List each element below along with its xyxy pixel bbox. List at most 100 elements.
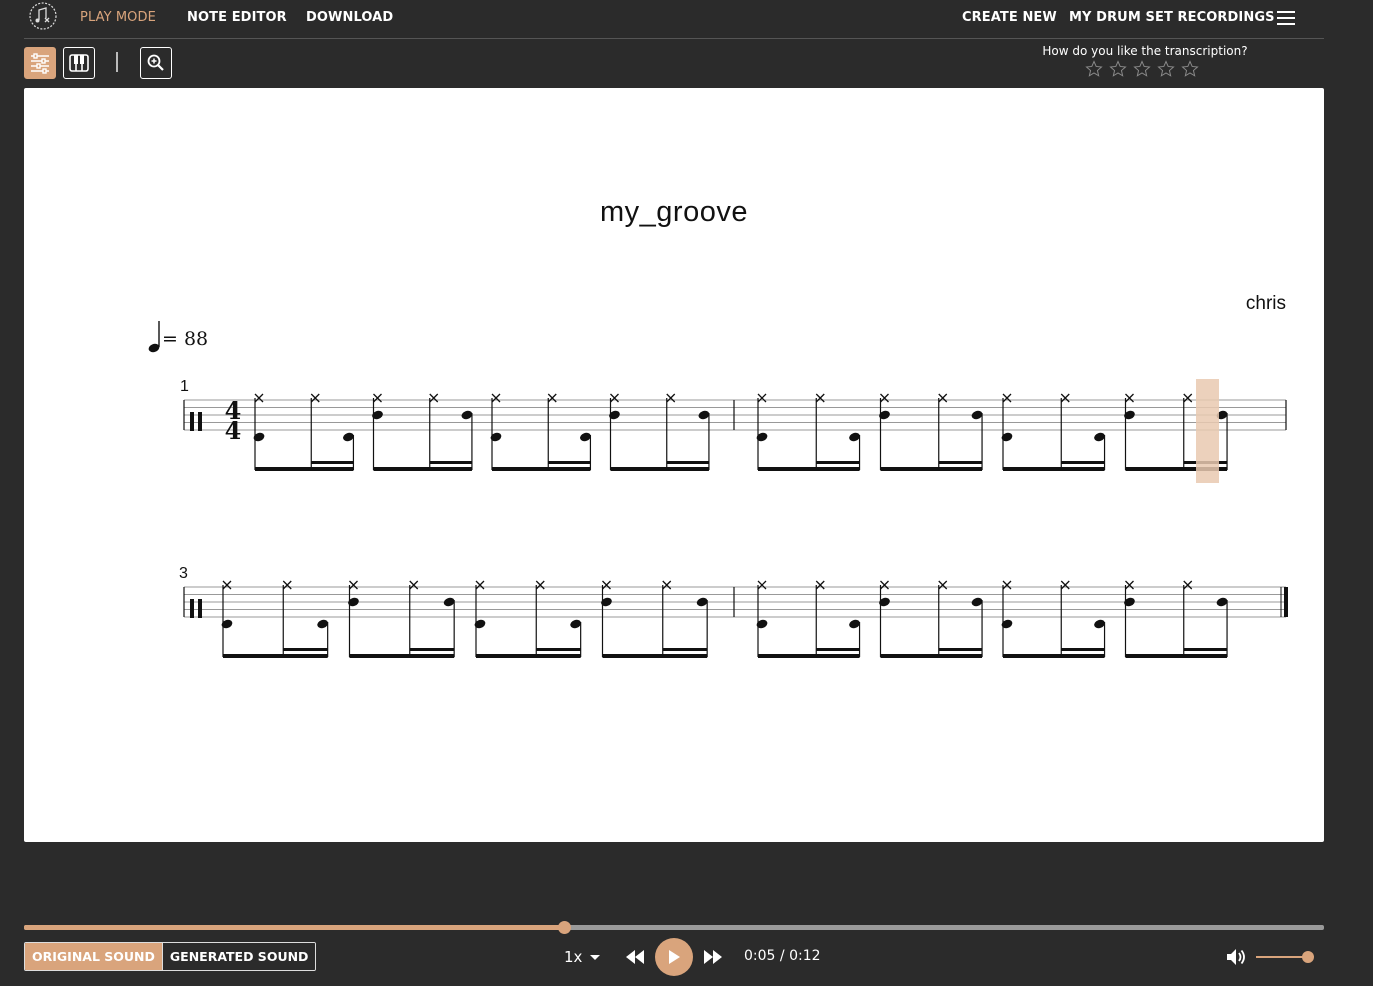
nav-my-recordings[interactable]: MY DRUM SET RECORDINGS xyxy=(1069,10,1275,25)
nav-create-new[interactable]: CREATE NEW xyxy=(962,10,1057,25)
hihat-note xyxy=(880,580,889,590)
star-icon[interactable] xyxy=(1157,60,1175,78)
hihat-note xyxy=(282,580,292,590)
mixer-button[interactable] xyxy=(24,47,56,79)
beam xyxy=(492,467,591,471)
nav-download[interactable]: DOWNLOAD xyxy=(306,10,393,25)
hihat-note xyxy=(880,393,889,403)
hihat-note xyxy=(429,393,439,403)
hihat-note xyxy=(1183,580,1193,590)
beam xyxy=(283,648,328,651)
beam xyxy=(602,654,708,658)
beam xyxy=(223,654,328,658)
hihat-note xyxy=(535,580,545,590)
hihat-note xyxy=(1060,580,1070,590)
generated-sound-button[interactable]: GENERATED SOUND xyxy=(162,943,316,970)
progress-handle[interactable] xyxy=(557,921,571,934)
playback-time: 0:05 / 0:12 xyxy=(744,948,821,964)
hihat-note xyxy=(757,393,767,403)
chevron-down-icon xyxy=(590,954,601,960)
hihat-note xyxy=(1002,580,1012,590)
star-icon[interactable] xyxy=(1085,60,1103,78)
playback-cursor xyxy=(1196,379,1219,483)
playback-progress-bar[interactable] xyxy=(24,921,1324,934)
speed-select[interactable]: 1x xyxy=(564,948,601,966)
nav-divider xyxy=(24,38,1324,39)
hihat-note xyxy=(1060,393,1070,403)
final-barline xyxy=(1284,587,1288,617)
star-icon[interactable] xyxy=(1109,60,1127,78)
beam xyxy=(938,461,983,464)
hihat-note xyxy=(254,393,264,403)
hihat-note xyxy=(662,580,672,590)
volume-handle[interactable] xyxy=(1302,951,1314,963)
hihat-note xyxy=(491,393,501,403)
beam xyxy=(409,648,455,651)
beam xyxy=(1183,648,1228,651)
hihat-note xyxy=(1125,393,1134,403)
score-sheet: my_groove chris = 88 1 3 44 xyxy=(24,88,1324,842)
beam xyxy=(255,467,354,471)
beam xyxy=(938,648,983,651)
hihat-note xyxy=(1002,393,1012,403)
beam xyxy=(1003,467,1105,471)
nav-play-mode[interactable]: PLAY MODE xyxy=(80,10,156,25)
drum-staff-notation: 44 xyxy=(183,379,1288,658)
beam xyxy=(349,654,455,658)
hihat-note xyxy=(1183,393,1193,403)
beam xyxy=(816,461,860,464)
nav-note-editor[interactable]: NOTE EDITOR xyxy=(187,10,287,25)
time-signature-bottom: 4 xyxy=(225,416,242,445)
current-time: 0:05 xyxy=(744,948,776,964)
hihat-note xyxy=(349,580,358,590)
fast-forward-icon[interactable] xyxy=(703,949,723,965)
beam xyxy=(610,467,709,471)
time-separator: / xyxy=(779,948,785,964)
hihat-note xyxy=(222,580,232,590)
speed-value: 1x xyxy=(564,948,583,966)
beam xyxy=(429,461,472,464)
hihat-note xyxy=(547,393,557,403)
beam xyxy=(373,467,472,471)
percussion-clef xyxy=(198,412,202,431)
zoom-button[interactable] xyxy=(140,47,172,79)
percussion-clef xyxy=(190,599,194,618)
drum-logo-icon[interactable] xyxy=(28,1,58,31)
beam xyxy=(880,654,983,658)
beam xyxy=(1061,648,1105,651)
hihat-note xyxy=(815,580,825,590)
beam xyxy=(758,654,860,658)
rewind-icon[interactable] xyxy=(625,949,645,965)
volume-slider[interactable] xyxy=(1256,951,1314,963)
star-icon[interactable] xyxy=(1133,60,1151,78)
rating-stars xyxy=(1085,60,1199,78)
play-button[interactable] xyxy=(655,938,693,976)
hihat-note xyxy=(602,580,611,590)
mixer-icon xyxy=(31,53,49,74)
beam xyxy=(662,648,708,651)
beam xyxy=(548,461,591,464)
toolbar-separator xyxy=(116,52,118,72)
hihat-note xyxy=(757,580,767,590)
hihat-note xyxy=(310,393,320,403)
piano-button[interactable] xyxy=(63,47,95,79)
sound-source-toggle: ORIGINAL SOUND GENERATED SOUND xyxy=(24,942,317,971)
total-time: 0:12 xyxy=(789,948,821,964)
beam xyxy=(758,467,860,471)
hihat-note xyxy=(610,393,619,403)
hihat-note xyxy=(666,393,676,403)
hihat-note xyxy=(1125,580,1134,590)
beam xyxy=(666,461,709,464)
hamburger-menu-icon[interactable] xyxy=(1277,11,1295,25)
beam xyxy=(816,648,860,651)
star-icon[interactable] xyxy=(1181,60,1199,78)
beam xyxy=(880,467,983,471)
volume-icon[interactable] xyxy=(1225,947,1247,967)
beam xyxy=(311,461,354,464)
beam xyxy=(1003,654,1105,658)
original-sound-button[interactable]: ORIGINAL SOUND xyxy=(25,943,163,970)
beam xyxy=(1061,461,1105,464)
top-nav: PLAY MODE NOTE EDITOR DOWNLOAD CREATE NE… xyxy=(0,0,1373,38)
piano-icon xyxy=(69,54,89,72)
hihat-note xyxy=(938,580,948,590)
